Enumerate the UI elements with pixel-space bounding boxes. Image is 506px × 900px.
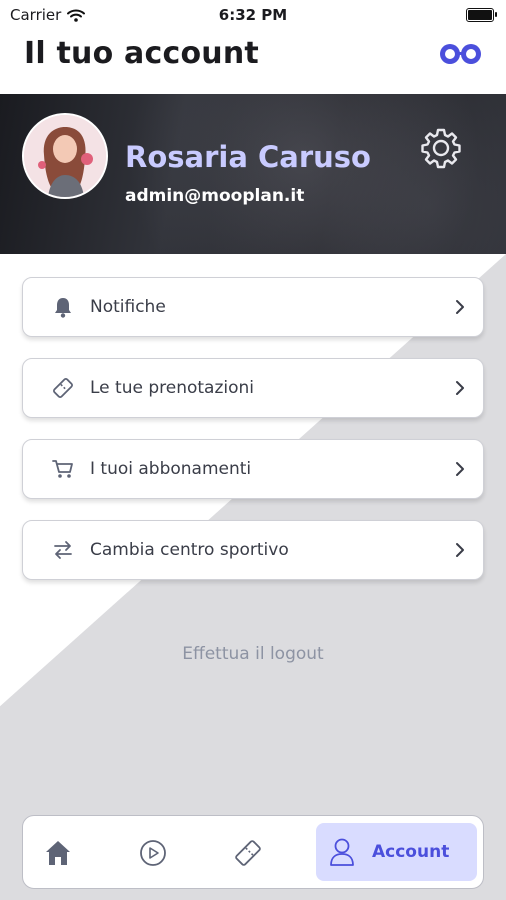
logout-link[interactable]: Effettua il logout (0, 644, 506, 664)
tab-bookings[interactable] (213, 816, 283, 890)
chevron-right-icon (453, 300, 467, 314)
chevron-right-icon (453, 462, 467, 476)
menu-item-change-center[interactable]: Cambia centro sportivo (22, 520, 484, 580)
tab-home[interactable] (23, 816, 93, 890)
play-icon (140, 840, 166, 866)
menu-item-label: Le tue prenotazioni (90, 378, 255, 398)
ticket-icon (48, 376, 78, 400)
user-icon (330, 838, 354, 866)
battery-icon (466, 8, 497, 22)
tab-account-label: Account (372, 842, 450, 862)
profile-name: Rosaria Caruso (125, 140, 371, 174)
chevron-right-icon (453, 381, 467, 395)
menu-item-subscriptions[interactable]: I tuoi abbonamenti (22, 439, 484, 499)
profile-email: admin@mooplan.it (125, 186, 305, 206)
menu-item-bookings[interactable]: Le tue prenotazioni (22, 358, 484, 418)
menu-item-label: I tuoi abbonamenti (90, 459, 252, 479)
status-time: 6:32 PM (218, 6, 288, 24)
profile-hero: Rosaria Caruso admin@mooplan.it (0, 94, 506, 254)
chevron-right-icon (453, 543, 467, 557)
avatar[interactable] (22, 113, 108, 199)
avatar-illustration (24, 115, 106, 197)
status-bar: Carrier 6:32 PM (0, 0, 506, 28)
tab-account[interactable]: Account (316, 823, 477, 881)
bell-icon (48, 295, 78, 319)
menu-item-notifications[interactable]: Notifiche (22, 277, 484, 337)
home-icon (46, 841, 70, 865)
menu-item-label: Notifiche (90, 297, 166, 317)
menu-item-label: Cambia centro sportivo (90, 540, 289, 560)
tab-videos[interactable] (118, 816, 188, 890)
ticket-icon (235, 840, 261, 866)
bottom-tab-bar: Account (22, 815, 484, 889)
cart-icon (48, 457, 78, 481)
page-title: Il tuo account (24, 36, 259, 71)
brand-logo-icon[interactable] (438, 40, 484, 66)
gear-icon[interactable] (420, 127, 462, 169)
page-header: Il tuo account (0, 28, 506, 94)
swap-icon (48, 538, 78, 562)
account-content: Notifiche Le tue prenotazioni I tuoi abb… (0, 254, 506, 900)
